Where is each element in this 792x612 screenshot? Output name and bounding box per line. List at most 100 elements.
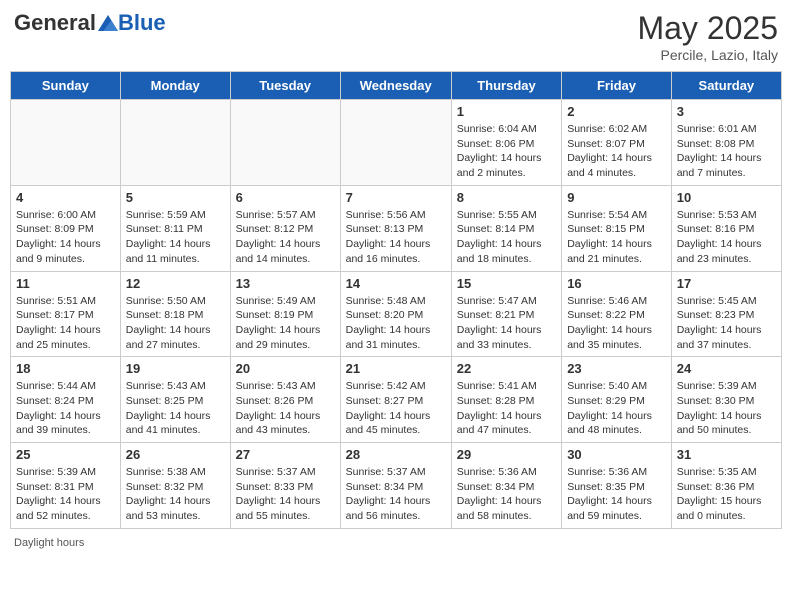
day-info: Sunrise: 6:01 AM Sunset: 8:08 PM Dayligh…: [677, 122, 776, 181]
calendar-cell: 18 Sunrise: 5:44 AM Sunset: 8:24 PM Dayli…: [11, 357, 121, 443]
day-info: Sunrise: 5:54 AM Sunset: 8:15 PM Dayligh…: [567, 208, 666, 267]
day-info: Sunrise: 5:38 AM Sunset: 8:32 PM Dayligh…: [126, 465, 225, 524]
day-number: 18: [16, 361, 115, 376]
day-info: Sunrise: 5:37 AM Sunset: 8:34 PM Dayligh…: [346, 465, 446, 524]
day-info: Sunrise: 5:39 AM Sunset: 8:31 PM Dayligh…: [16, 465, 115, 524]
day-info: Sunrise: 5:45 AM Sunset: 8:23 PM Dayligh…: [677, 294, 776, 353]
calendar-cell: 31Sunrise: 5:35 AM Sunset: 8:36 PM Dayli…: [671, 443, 781, 529]
calendar-cell: 24Sunrise: 5:39 AM Sunset: 8:30 PM Dayli…: [671, 357, 781, 443]
day-info: Sunrise: 5:43 AM Sunset: 8:26 PM Dayligh…: [236, 379, 335, 438]
title-block: May 2025 Percile, Lazio, Italy: [637, 10, 778, 63]
month-title: May 2025: [637, 10, 778, 47]
day-number: 28: [346, 447, 446, 462]
calendar-body: 1Sunrise: 6:04 AM Sunset: 8:06 PM Daylig…: [11, 100, 782, 529]
calendar-cell: 12 Sunrise: 5:50 AM Sunset: 8:18 PM Dayli…: [120, 271, 230, 357]
day-info: Sunrise: 5:59 AM Sunset: 8:11 PM Dayligh…: [126, 208, 225, 267]
calendar-cell: 25Sunrise: 5:39 AM Sunset: 8:31 PM Dayli…: [11, 443, 121, 529]
calendar-day-header: Friday: [562, 72, 672, 100]
page-header: General Blue May 2025 Percile, Lazio, It…: [10, 10, 782, 63]
calendar-cell: 26 Sunrise: 5:38 AM Sunset: 8:32 PM Dayli…: [120, 443, 230, 529]
calendar-cell: [11, 100, 121, 186]
day-info: Sunrise: 5:46 AM Sunset: 8:22 PM Dayligh…: [567, 294, 666, 353]
calendar-cell: 11 Sunrise: 5:51 AM Sunset: 8:17 PM Dayli…: [11, 271, 121, 357]
day-info: Sunrise: 5:36 AM Sunset: 8:34 PM Dayligh…: [457, 465, 556, 524]
calendar-cell: 21 Sunrise: 5:42 AM Sunset: 8:27 PM Dayli…: [340, 357, 451, 443]
day-number: 16: [567, 276, 666, 291]
calendar-cell: 30 Sunrise: 5:36 AM Sunset: 8:35 PM Dayli…: [562, 443, 672, 529]
calendar-cell: 23 Sunrise: 5:40 AM Sunset: 8:29 PM Dayli…: [562, 357, 672, 443]
day-number: 4: [16, 190, 115, 205]
day-number: 11: [16, 276, 115, 291]
day-number: 5: [126, 190, 225, 205]
day-info: Sunrise: 5:49 AM Sunset: 8:19 PM Dayligh…: [236, 294, 335, 353]
day-number: 3: [677, 104, 776, 119]
day-number: 23: [567, 361, 666, 376]
day-number: 10: [677, 190, 776, 205]
day-info: Sunrise: 5:37 AM Sunset: 8:33 PM Dayligh…: [236, 465, 335, 524]
day-number: 29: [457, 447, 556, 462]
day-number: 13: [236, 276, 335, 291]
day-info: Sunrise: 5:56 AM Sunset: 8:13 PM Dayligh…: [346, 208, 446, 267]
calendar-week-row: 4 Sunrise: 6:00 AM Sunset: 8:09 PM Daylig…: [11, 185, 782, 271]
calendar-table: SundayMondayTuesdayWednesdayThursdayFrid…: [10, 71, 782, 529]
day-number: 6: [236, 190, 335, 205]
day-number: 24: [677, 361, 776, 376]
day-number: 7: [346, 190, 446, 205]
calendar-cell: 1Sunrise: 6:04 AM Sunset: 8:06 PM Daylig…: [451, 100, 561, 186]
day-info: Sunrise: 5:36 AM Sunset: 8:35 PM Dayligh…: [567, 465, 666, 524]
calendar-cell: 28 Sunrise: 5:37 AM Sunset: 8:34 PM Dayli…: [340, 443, 451, 529]
day-number: 9: [567, 190, 666, 205]
calendar-cell: 4 Sunrise: 6:00 AM Sunset: 8:09 PM Daylig…: [11, 185, 121, 271]
calendar-cell: 5 Sunrise: 5:59 AM Sunset: 8:11 PM Daylig…: [120, 185, 230, 271]
calendar-cell: [340, 100, 451, 186]
calendar-cell: 17Sunrise: 5:45 AM Sunset: 8:23 PM Dayli…: [671, 271, 781, 357]
calendar-cell: [120, 100, 230, 186]
day-info: Sunrise: 5:57 AM Sunset: 8:12 PM Dayligh…: [236, 208, 335, 267]
day-info: Sunrise: 5:47 AM Sunset: 8:21 PM Dayligh…: [457, 294, 556, 353]
calendar-week-row: 1Sunrise: 6:04 AM Sunset: 8:06 PM Daylig…: [11, 100, 782, 186]
day-info: Sunrise: 5:41 AM Sunset: 8:28 PM Dayligh…: [457, 379, 556, 438]
calendar-cell: 13 Sunrise: 5:49 AM Sunset: 8:19 PM Dayli…: [230, 271, 340, 357]
calendar-week-row: 11 Sunrise: 5:51 AM Sunset: 8:17 PM Dayli…: [11, 271, 782, 357]
day-info: Sunrise: 5:43 AM Sunset: 8:25 PM Dayligh…: [126, 379, 225, 438]
day-number: 22: [457, 361, 556, 376]
day-info: Sunrise: 6:00 AM Sunset: 8:09 PM Dayligh…: [16, 208, 115, 267]
day-info: Sunrise: 5:42 AM Sunset: 8:27 PM Dayligh…: [346, 379, 446, 438]
logo-general-text: General: [14, 10, 96, 36]
day-number: 27: [236, 447, 335, 462]
calendar-cell: 19Sunrise: 5:43 AM Sunset: 8:25 PM Dayli…: [120, 357, 230, 443]
calendar-day-header: Monday: [120, 72, 230, 100]
calendar-header-row: SundayMondayTuesdayWednesdayThursdayFrid…: [11, 72, 782, 100]
calendar-cell: 7 Sunrise: 5:56 AM Sunset: 8:13 PM Daylig…: [340, 185, 451, 271]
calendar-cell: 6 Sunrise: 5:57 AM Sunset: 8:12 PM Daylig…: [230, 185, 340, 271]
calendar-cell: 29 Sunrise: 5:36 AM Sunset: 8:34 PM Dayli…: [451, 443, 561, 529]
day-info: Sunrise: 5:55 AM Sunset: 8:14 PM Dayligh…: [457, 208, 556, 267]
day-info: Sunrise: 6:04 AM Sunset: 8:06 PM Dayligh…: [457, 122, 556, 181]
calendar-cell: 10 Sunrise: 5:53 AM Sunset: 8:16 PM Dayli…: [671, 185, 781, 271]
location-text: Percile, Lazio, Italy: [637, 47, 778, 63]
calendar-day-header: Wednesday: [340, 72, 451, 100]
calendar-day-header: Saturday: [671, 72, 781, 100]
day-info: Sunrise: 5:51 AM Sunset: 8:17 PM Dayligh…: [16, 294, 115, 353]
day-info: Sunrise: 5:44 AM Sunset: 8:24 PM Dayligh…: [16, 379, 115, 438]
day-number: 31: [677, 447, 776, 462]
calendar-cell: 9 Sunrise: 5:54 AM Sunset: 8:15 PM Daylig…: [562, 185, 672, 271]
day-number: 8: [457, 190, 556, 205]
calendar-cell: 3 Sunrise: 6:01 AM Sunset: 8:08 PM Daylig…: [671, 100, 781, 186]
day-info: Sunrise: 5:48 AM Sunset: 8:20 PM Dayligh…: [346, 294, 446, 353]
day-number: 14: [346, 276, 446, 291]
day-number: 15: [457, 276, 556, 291]
day-number: 26: [126, 447, 225, 462]
logo-blue-text: Blue: [118, 10, 166, 36]
day-number: 30: [567, 447, 666, 462]
day-number: 21: [346, 361, 446, 376]
day-info: Sunrise: 5:50 AM Sunset: 8:18 PM Dayligh…: [126, 294, 225, 353]
calendar-day-header: Sunday: [11, 72, 121, 100]
day-number: 2: [567, 104, 666, 119]
calendar-cell: 22 Sunrise: 5:41 AM Sunset: 8:28 PM Dayli…: [451, 357, 561, 443]
day-number: 12: [126, 276, 225, 291]
day-number: 20: [236, 361, 335, 376]
footer-note: Daylight hours: [10, 535, 782, 551]
day-info: Sunrise: 5:40 AM Sunset: 8:29 PM Dayligh…: [567, 379, 666, 438]
day-info: Sunrise: 5:53 AM Sunset: 8:16 PM Dayligh…: [677, 208, 776, 267]
